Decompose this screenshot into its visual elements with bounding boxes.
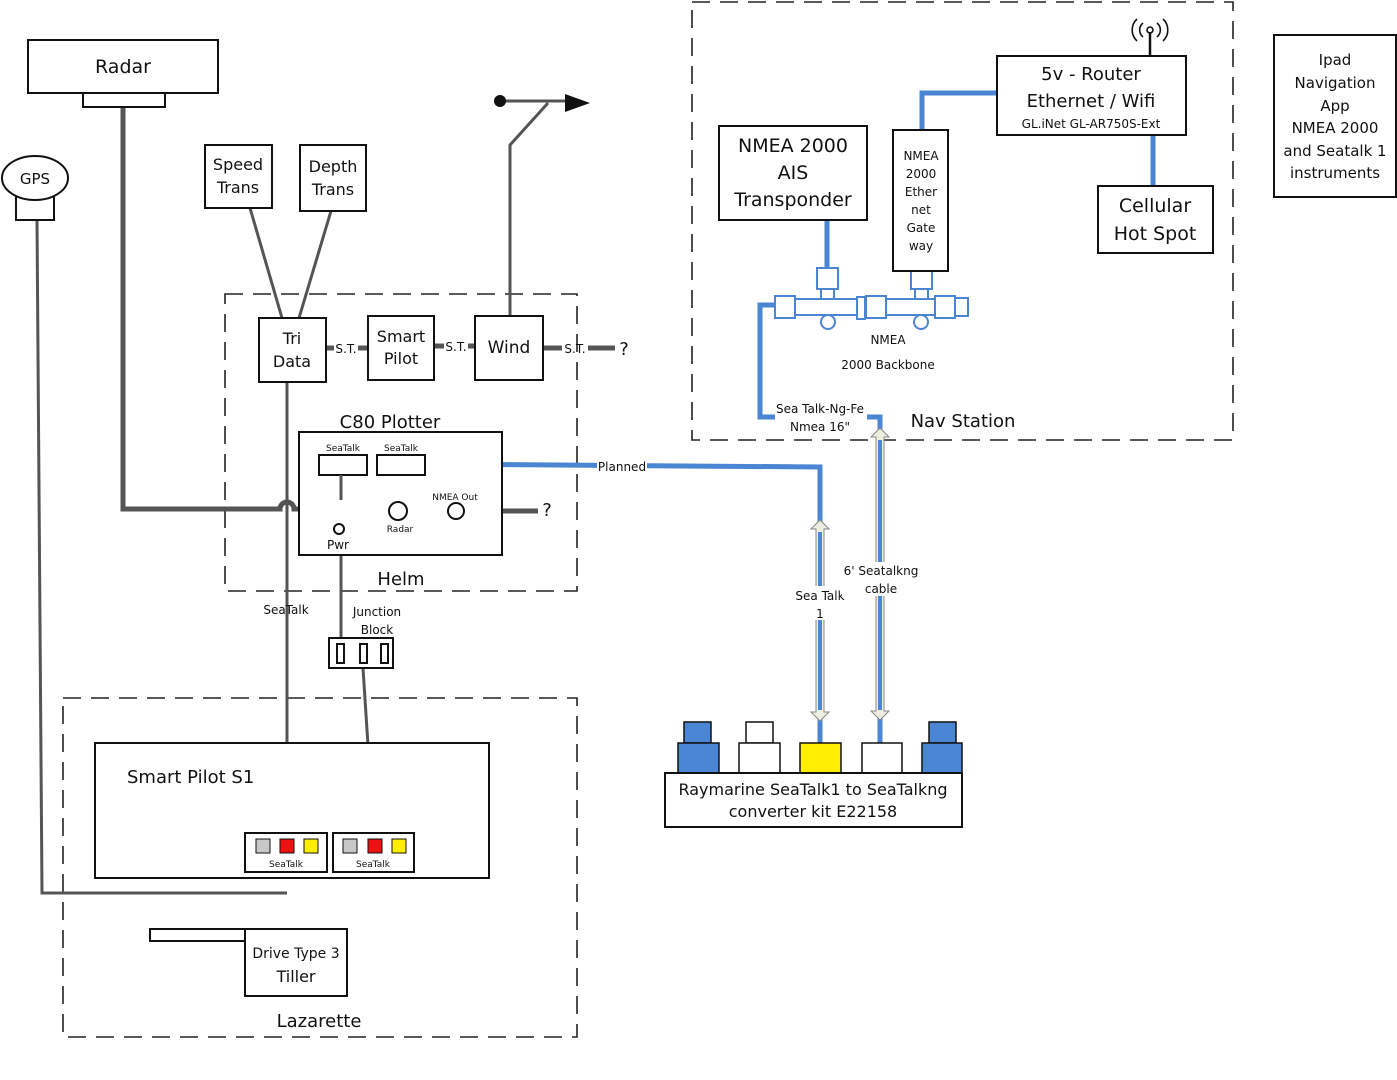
tri-data-label: Tri bbox=[282, 329, 301, 348]
smart-pilot-label: Smart bbox=[377, 327, 425, 346]
planned-label: Planned bbox=[598, 460, 646, 474]
ais-label-3: Transponder bbox=[733, 189, 852, 211]
lazarette-label: Lazarette bbox=[277, 1011, 362, 1032]
speed-label: Speed bbox=[213, 155, 263, 174]
helm-label: Helm bbox=[377, 569, 424, 590]
st-label-2: S.T. bbox=[445, 340, 466, 354]
pwr-label: Pwr bbox=[327, 538, 349, 552]
backbone-label: NMEA bbox=[870, 333, 906, 347]
gateway-label: Ether bbox=[905, 185, 937, 199]
tri-data-box bbox=[258, 317, 327, 383]
ng-fe-label: Sea Talk-Ng-Fe bbox=[776, 402, 864, 416]
junction-label: Junction bbox=[352, 605, 401, 619]
ais-label: NMEA 2000 bbox=[738, 135, 848, 157]
seatalkng-cable-label-2: cable bbox=[865, 582, 897, 596]
depth-label-2: Trans bbox=[311, 180, 354, 199]
nav-station-label: Nav Station bbox=[911, 411, 1016, 432]
ipad-label: Navigation bbox=[1295, 74, 1376, 92]
gateway-label: NMEA bbox=[903, 149, 939, 163]
nmea2000-backbone bbox=[774, 267, 969, 330]
st-label-3: S.T. bbox=[564, 342, 585, 356]
seatalk-connector-2: SeaTalk bbox=[332, 832, 415, 873]
plotter-seatalk-port-1 bbox=[318, 454, 368, 476]
ipad-label: and Seatalk 1 bbox=[1283, 142, 1386, 160]
backbone-label-2: 2000 Backbone bbox=[841, 358, 934, 372]
depth-trans-box bbox=[299, 144, 367, 212]
ng-fe-label-2: Nmea 16" bbox=[790, 420, 850, 434]
wind-cup-icon bbox=[494, 95, 506, 107]
plotter-title: C80 Plotter bbox=[340, 412, 441, 433]
converter-label-2: converter kit E22158 bbox=[729, 802, 897, 821]
ipad-label: App bbox=[1320, 97, 1349, 115]
tri-data-label-2: Data bbox=[273, 352, 311, 371]
nmea-out-port bbox=[447, 502, 465, 520]
cellular-label-2: Hot Spot bbox=[1114, 223, 1197, 245]
smart-pilot-s1-label: Smart Pilot S1 bbox=[127, 767, 254, 788]
depth-label: Depth bbox=[309, 157, 358, 176]
cellular-label: Cellular bbox=[1119, 195, 1191, 217]
gateway-label: 2000 bbox=[906, 167, 937, 181]
ipad-label: instruments bbox=[1290, 164, 1380, 182]
plotter-seatalk-1-label: SeaTalk bbox=[326, 444, 361, 454]
connector-2-label: SeaTalk bbox=[356, 860, 391, 870]
wind-vane-arrow-icon bbox=[565, 94, 590, 112]
seatalkng-cable-label: 6' Seatalkng bbox=[844, 564, 919, 578]
gateway-label: net bbox=[911, 203, 931, 217]
gateway-label: way bbox=[909, 239, 933, 253]
ipad-label: Ipad bbox=[1319, 51, 1352, 69]
junction-label-2: Block bbox=[361, 623, 394, 637]
ipad-label: NMEA 2000 bbox=[1292, 119, 1379, 137]
seatalk1-cable-label: Sea Talk bbox=[795, 589, 844, 603]
junction-block bbox=[328, 637, 394, 669]
smart-pilot-box bbox=[367, 315, 435, 381]
wiring-diagram: Radar GPS Speed Trans Depth Trans Tri Da… bbox=[1, 1, 1397, 1038]
speed-label-2: Trans bbox=[216, 178, 259, 197]
converter-label: Raymarine SeaTalk1 to SeaTalkng bbox=[678, 780, 947, 799]
seatalk1-cable-label-2: 1 bbox=[816, 607, 824, 621]
connector-1-label: SeaTalk bbox=[269, 860, 304, 870]
ais-label-2: AIS bbox=[778, 162, 809, 184]
tiller-arm bbox=[149, 928, 246, 942]
nmea-out-question: ? bbox=[542, 500, 552, 521]
pwr-port bbox=[333, 523, 345, 535]
st-label-1: S.T. bbox=[335, 342, 356, 356]
seatalk-cable-label: SeaTalk bbox=[263, 603, 308, 617]
radar-port-label: Radar bbox=[387, 525, 414, 535]
plotter-seatalk-2-label: SeaTalk bbox=[384, 444, 419, 454]
gateway-label: Gate bbox=[907, 221, 936, 235]
gps-label: GPS bbox=[20, 170, 50, 188]
radar-port bbox=[388, 501, 408, 521]
drive-label: Drive Type 3 bbox=[252, 946, 339, 962]
radar-label: Radar bbox=[95, 56, 151, 78]
router-model: GL.iNet GL-AR750S-Ext bbox=[1022, 117, 1161, 131]
wind-label: Wind bbox=[488, 338, 531, 358]
nmea-out-label: NMEA Out bbox=[432, 493, 478, 503]
smart-pilot-label-2: Pilot bbox=[384, 349, 418, 368]
st-question: ? bbox=[619, 339, 629, 360]
seatalk-connector-1: SeaTalk bbox=[244, 832, 328, 873]
router-label-2: Ethernet / Wifi bbox=[1027, 91, 1156, 112]
drive-label-2: Tiller bbox=[275, 967, 315, 986]
router-label: 5v - Router bbox=[1041, 64, 1141, 85]
plotter-seatalk-port-2 bbox=[376, 454, 426, 476]
